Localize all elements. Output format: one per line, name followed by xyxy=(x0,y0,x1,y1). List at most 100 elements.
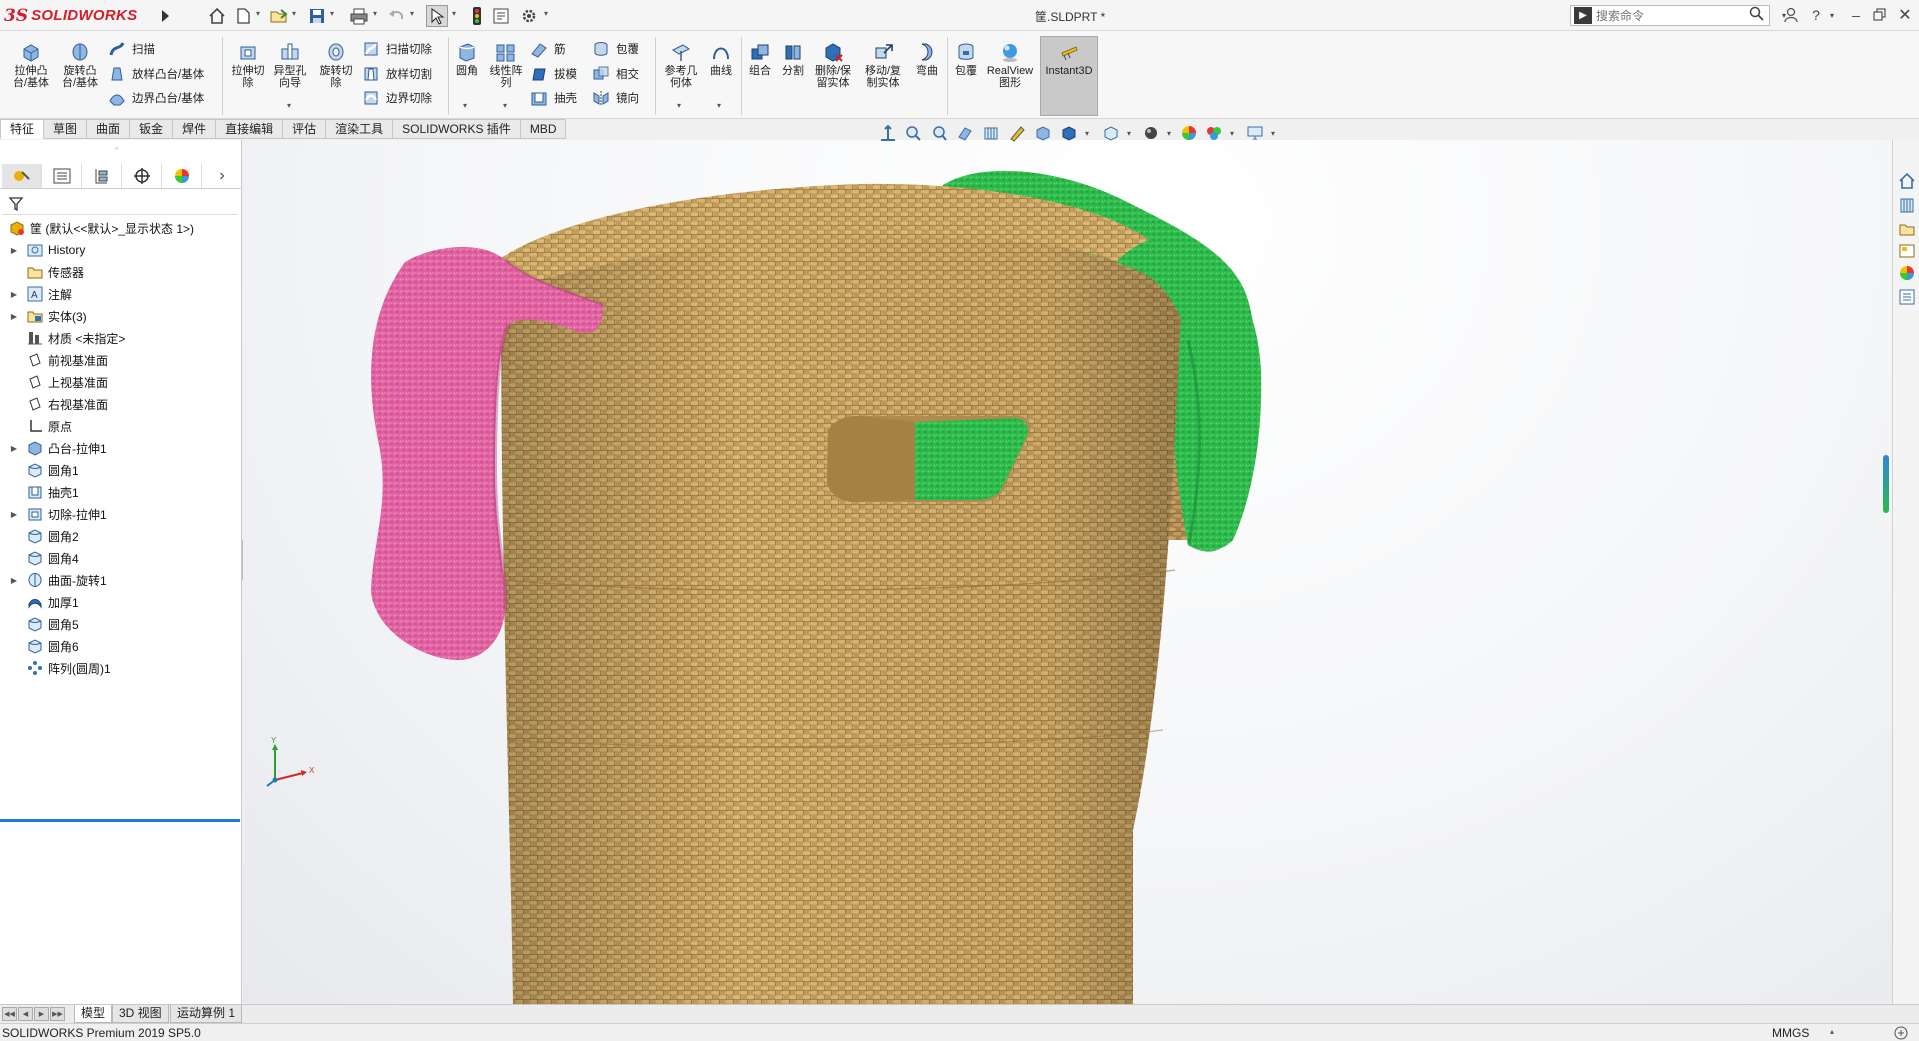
view-palette-icon[interactable] xyxy=(1896,240,1918,262)
solidworks-logo[interactable]: 3S SOLIDWORKS xyxy=(4,3,154,28)
tab-mbd[interactable]: MBD xyxy=(520,119,567,139)
file-properties-icon[interactable] xyxy=(490,5,512,27)
tree-item-12[interactable]: ▶ 切除-拉伸1 xyxy=(0,503,242,525)
prev-tab-nav-icon[interactable]: ◀ xyxy=(18,1007,33,1021)
minimize-window-icon[interactable]: – xyxy=(1846,5,1866,25)
filter-icon[interactable] xyxy=(8,196,24,212)
tree-item-11[interactable]: 抽壳1 xyxy=(0,481,242,503)
save-dropdown-icon[interactable]: ▾ xyxy=(330,9,338,23)
tab-evaluate[interactable]: 评估 xyxy=(283,119,327,139)
property-manager-tab[interactable] xyxy=(42,164,82,188)
hole-wizard-button[interactable]: 异型孔 向导 xyxy=(268,41,312,89)
view-orientation-icon[interactable] xyxy=(1032,122,1054,144)
section-view-icon[interactable] xyxy=(954,122,976,144)
tree-item-4[interactable]: 材质 <未指定> xyxy=(0,327,242,349)
display-style-dropdown-icon[interactable]: ▾ xyxy=(1076,122,1098,144)
flex-button[interactable]: 弯曲 xyxy=(910,41,944,77)
menu-expand-arrow-icon[interactable] xyxy=(158,7,172,25)
tree-item-7[interactable]: 右视基准面 xyxy=(0,393,242,415)
solidworks-resources-icon[interactable] xyxy=(1896,170,1918,192)
tree-item-13[interactable]: 圆角2 xyxy=(0,525,242,547)
draw-icon[interactable] xyxy=(1006,122,1028,144)
tree-item-15[interactable]: ▶ 曲面-旋转1 xyxy=(0,569,242,591)
split-button[interactable]: 分割 xyxy=(777,41,809,77)
reference-geometry-button[interactable]: 参考几 何体 xyxy=(659,41,703,89)
options-gear-icon[interactable] xyxy=(518,5,540,27)
tab-3d-views[interactable]: 3D 视图 xyxy=(112,1005,169,1023)
first-tab-nav-icon[interactable]: ◀◀ xyxy=(2,1007,17,1021)
open-dropdown-icon[interactable]: ▾ xyxy=(292,9,300,23)
tree-item-14[interactable]: 圆角4 xyxy=(0,547,242,569)
configuration-manager-tab[interactable] xyxy=(82,164,122,188)
print-dropdown-icon[interactable]: ▾ xyxy=(373,9,381,23)
rebuild-icon[interactable] xyxy=(466,5,488,27)
tab-weldments[interactable]: 焊件 xyxy=(173,119,217,139)
panel-grip-icon[interactable]: ◦ xyxy=(115,143,118,153)
tree-item-9[interactable]: ▶ 凸台-拉伸1 xyxy=(0,437,242,459)
revolve-cut-button[interactable]: 旋转切 除 xyxy=(314,41,358,89)
tree-filter[interactable] xyxy=(0,192,242,216)
fillet-dropdown-icon[interactable]: ▾ xyxy=(463,101,467,110)
tree-item-1[interactable]: 传感器 xyxy=(0,261,242,283)
next-tab-nav-icon[interactable]: ▶ xyxy=(34,1007,49,1021)
lofted-cut-button[interactable]: 放样切割 xyxy=(362,63,432,85)
boundary-cut-button[interactable]: 边界切除 xyxy=(362,87,432,109)
tab-render-tools[interactable]: 渲染工具 xyxy=(326,119,394,139)
save-icon[interactable] xyxy=(306,5,328,27)
select-icon[interactable] xyxy=(426,5,448,27)
tab-sheet-metal[interactable]: 钣金 xyxy=(130,119,174,139)
quick-tips-icon[interactable] xyxy=(1893,1025,1909,1041)
swept-cut-button[interactable]: 扫描切除 xyxy=(362,38,432,60)
linear-pattern-dropdown-icon[interactable]: ▾ xyxy=(503,101,507,110)
combine-button[interactable]: 组合 xyxy=(744,41,776,77)
delete-keep-body-button[interactable]: 删除/保 留实体 xyxy=(810,41,856,89)
apply-scene-icon[interactable] xyxy=(1178,122,1200,144)
view-scroll-indicator[interactable] xyxy=(1883,455,1889,513)
search-input[interactable] xyxy=(1596,8,1736,23)
select-dropdown-icon[interactable]: ▾ xyxy=(452,9,460,23)
rib-button[interactable]: 筋 xyxy=(530,38,566,60)
options-dropdown-icon[interactable]: ▾ xyxy=(544,9,552,23)
curves-dropdown-icon[interactable]: ▾ xyxy=(717,101,721,110)
intersect-button[interactable]: 相交 xyxy=(592,63,639,85)
tab-motion-study-1[interactable]: 运动算例 1 xyxy=(170,1005,243,1023)
hole-wizard-dropdown-icon[interactable]: ▾ xyxy=(287,101,291,110)
tab-surfaces[interactable]: 曲面 xyxy=(87,119,131,139)
tree-item-2[interactable]: ▶ A 注解 xyxy=(0,283,242,305)
new-dropdown-icon[interactable]: ▾ xyxy=(256,9,264,23)
more-tabs-chevron-icon[interactable]: › xyxy=(202,164,242,188)
expand-arrow-icon[interactable]: ▶ xyxy=(8,312,20,321)
tree-item-5[interactable]: 前视基准面 xyxy=(0,349,242,371)
search-commands-box[interactable]: ▶ xyxy=(1570,5,1770,26)
tab-direct-editing[interactable]: 直接编辑 xyxy=(216,119,284,139)
undo-dropdown-icon[interactable]: ▾ xyxy=(410,9,418,23)
appearance-dropdown-icon[interactable]: ▾ xyxy=(1158,122,1180,144)
rollback-bar[interactable] xyxy=(0,819,240,822)
wrap-feature-button[interactable]: 包覆 xyxy=(950,41,982,77)
tree-item-0[interactable]: ▶ History xyxy=(0,239,242,261)
linear-pattern-button[interactable]: 线性阵 列 xyxy=(486,41,526,89)
tree-item-18[interactable]: 圆角6 xyxy=(0,635,242,657)
help-dropdown-icon[interactable]: ▾ xyxy=(1822,5,1842,25)
print-icon[interactable] xyxy=(348,5,370,27)
hide-show-dropdown-icon[interactable]: ▾ xyxy=(1118,122,1140,144)
basket-model-view[interactable] xyxy=(243,140,1892,1004)
tree-item-8[interactable]: 原点 xyxy=(0,415,242,437)
tab-model[interactable]: 模型 xyxy=(74,1005,113,1023)
expand-arrow-icon[interactable]: ▶ xyxy=(8,290,20,299)
tab-sketch[interactable]: 草图 xyxy=(44,119,88,139)
new-document-icon[interactable] xyxy=(232,5,254,27)
tree-item-16[interactable]: 加厚1 xyxy=(0,591,242,613)
mirror-button[interactable]: 镜向 xyxy=(592,87,639,109)
last-tab-nav-icon[interactable]: ▶▶ xyxy=(50,1007,65,1021)
wrap-button[interactable]: 包覆 xyxy=(592,38,639,60)
tab-features[interactable]: 特征 xyxy=(0,119,45,139)
search-icon[interactable] xyxy=(1749,6,1765,25)
dynamic-annotation-icon[interactable] xyxy=(980,122,1002,144)
extrude-boss-button[interactable]: 拉伸凸 台/基体 xyxy=(8,41,54,89)
instant3d-button[interactable]: Instant3D xyxy=(1040,36,1098,116)
tree-item-19[interactable]: 阵列(圆周)1 xyxy=(0,657,242,679)
expand-arrow-icon[interactable]: ▶ xyxy=(8,576,20,585)
tree-item-6[interactable]: 上视基准面 xyxy=(0,371,242,393)
open-icon[interactable] xyxy=(268,5,290,27)
